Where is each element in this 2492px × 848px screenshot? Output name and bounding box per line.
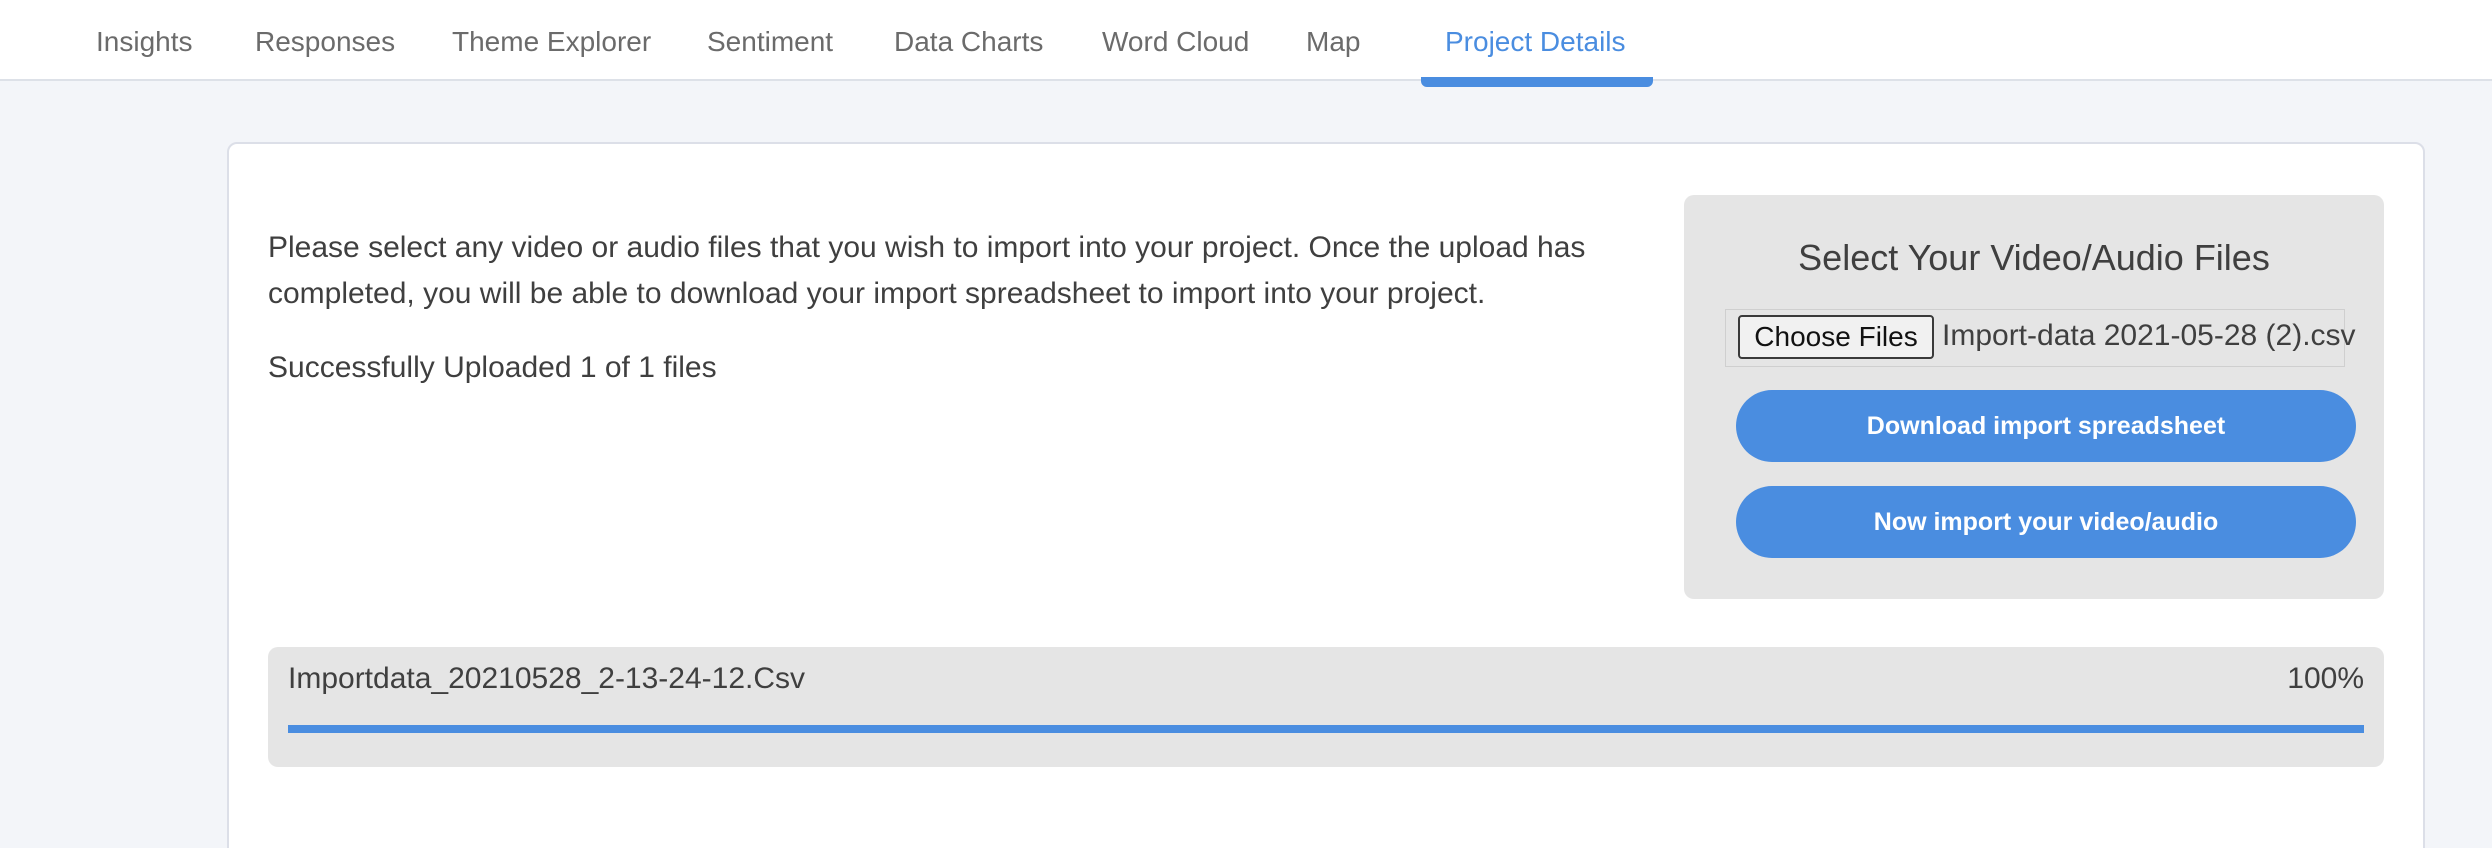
choose-files-button[interactable]: Choose Files <box>1738 315 1934 359</box>
active-tab-indicator <box>1421 77 1653 87</box>
tab-insights[interactable]: Insights <box>96 0 193 84</box>
upload-percent: 100% <box>2287 662 2364 695</box>
tab-sentiment[interactable]: Sentiment <box>707 0 833 84</box>
tab-word-cloud[interactable]: Word Cloud <box>1102 0 1249 84</box>
import-video-audio-button[interactable]: Now import your video/audio <box>1736 486 2356 558</box>
top-navigation: Insights Responses Theme Explorer Sentim… <box>0 0 2492 81</box>
upload-instructions: Please select any video or audio files t… <box>268 231 1586 310</box>
tab-theme-explorer[interactable]: Theme Explorer <box>452 0 651 84</box>
tab-responses[interactable]: Responses <box>255 0 395 84</box>
file-select-title: Select Your Video/Audio Files <box>1798 237 2270 278</box>
progress-bar-fill <box>288 725 2364 733</box>
tab-map[interactable]: Map <box>1306 0 1360 84</box>
selected-file-name: Import-data 2021-05-28 (2).csv <box>1942 319 2356 352</box>
tab-data-charts[interactable]: Data Charts <box>894 0 1043 84</box>
progress-bar <box>288 725 2364 733</box>
download-spreadsheet-button[interactable]: Download import spreadsheet <box>1736 390 2356 462</box>
upload-status: Successfully Uploaded 1 of 1 files <box>268 351 717 384</box>
uploaded-file-name: Importdata_20210528_2-13-24-12.Csv <box>288 662 806 695</box>
tab-project-details[interactable]: Project Details <box>1445 0 1626 84</box>
